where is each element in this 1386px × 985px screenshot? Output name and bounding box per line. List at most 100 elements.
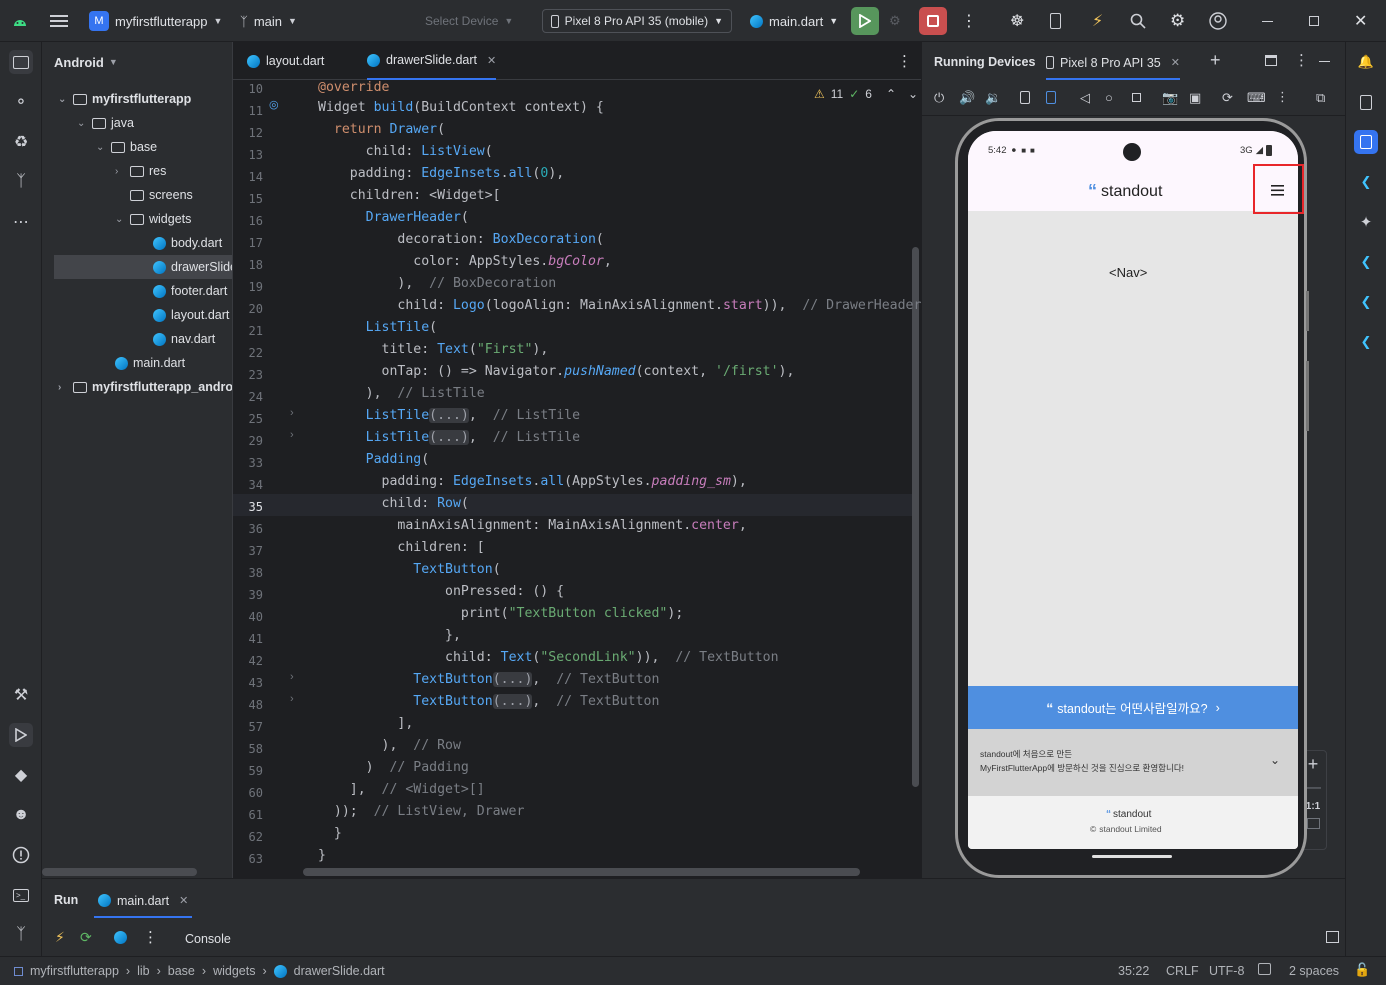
terminal-icon[interactable]: >_ (9, 883, 33, 907)
home-icon[interactable]: ○ (1105, 90, 1113, 105)
tree-item-widgets[interactable]: ⌄ widgets (115, 207, 191, 231)
branch-selector[interactable]: ᛉ main ▼ (240, 9, 297, 33)
lock-icon[interactable]: 🔓 (1354, 962, 1370, 978)
tree-item-body-dart[interactable]: body.dart (153, 231, 222, 255)
tab-layout-dart[interactable]: layout.dart (247, 42, 324, 80)
run-button[interactable] (851, 7, 879, 35)
console-tab[interactable]: Console (185, 932, 231, 946)
more-vertical-icon[interactable]: ⋮ (961, 9, 977, 33)
volume-rocker[interactable] (1306, 361, 1309, 431)
fold-icon[interactable]: › (290, 671, 294, 683)
project-view-icon[interactable] (9, 50, 33, 74)
power-icon[interactable]: ⏻ (934, 90, 944, 106)
device-sync-icon[interactable] (1050, 9, 1061, 33)
more-vertical-icon[interactable]: ⋮ (897, 42, 912, 80)
tree-item-main-dart[interactable]: main.dart (115, 351, 185, 375)
tree-item-drawerslide[interactable]: drawerSlide (153, 255, 237, 279)
more-tools-icon[interactable]: ⋯ (9, 210, 33, 234)
flutter-inspector-icon[interactable]: ❮ (1354, 250, 1378, 274)
flutter-outline-icon[interactable]: ❮ (1354, 170, 1378, 194)
snapshot-icon[interactable]: ⟳ (1222, 90, 1233, 106)
close-tab-icon[interactable]: ✕ (487, 54, 496, 67)
minimize-window-button[interactable] (1262, 9, 1273, 33)
flutter-devtools-icon[interactable]: ❮ (1354, 330, 1378, 354)
select-device-dropdown[interactable]: Select Device ▼ (425, 9, 513, 33)
breadcrumb-item[interactable]: myfirstflutterapp (30, 964, 119, 978)
hot-reload-icon[interactable]: ⚡ (55, 929, 65, 946)
run-tool-icon[interactable] (9, 723, 33, 747)
layout-toggle-icon[interactable] (1326, 931, 1339, 943)
breadcrumb-item[interactable]: base (168, 964, 195, 978)
cursor-position[interactable]: 35:22 (1118, 964, 1149, 978)
fold-icon[interactable]: › (290, 693, 294, 705)
build-icon[interactable]: ⚒ (9, 683, 33, 707)
about-banner-button[interactable]: “ standout는 어떤사람일까요? › (968, 686, 1298, 729)
close-tab-icon[interactable]: ✕ (1171, 56, 1180, 69)
chevron-up-icon[interactable]: ⌃ (886, 87, 896, 101)
indent-setting[interactable]: 2 spaces (1289, 964, 1339, 978)
screenshot-icon[interactable]: 📷 (1162, 90, 1178, 106)
commit-icon[interactable]: ⚬ (9, 90, 33, 114)
rotate-left-icon[interactable] (1020, 91, 1030, 104)
notifications-icon[interactable]: 🔔 (1354, 50, 1378, 74)
run-config-selector[interactable]: main.dart ▼ (750, 9, 838, 33)
phone-screen[interactable]: 5:42 ⚫ ■ ■ 3G ◢ “ standout <Nav> “ stand… (968, 131, 1298, 849)
account-icon[interactable] (1209, 9, 1227, 33)
override-marker-icon[interactable]: ◎ (269, 98, 279, 111)
volume-up-icon[interactable]: 🔊 (959, 90, 975, 106)
breadcrumb-item[interactable]: drawerSlide.dart (294, 964, 385, 978)
bug-icon[interactable]: ☸ (1010, 9, 1024, 33)
tree-item-screens[interactable]: screens (130, 183, 193, 207)
vertical-scrollbar[interactable] (912, 247, 919, 787)
tab-drawerslide-dart[interactable]: drawerSlide.dart ✕ (367, 42, 497, 80)
hot-restart-icon[interactable]: ⟳ (80, 929, 92, 946)
tree-item-layout-dart[interactable]: layout.dart (153, 303, 229, 327)
logcat-icon[interactable]: ☻ (9, 803, 33, 827)
pull-requests-icon[interactable]: ᛉ (9, 170, 33, 194)
file-encoding[interactable]: UTF-8 (1209, 964, 1244, 978)
tree-item-res[interactable]: › res (115, 159, 166, 183)
structure-icon[interactable]: ♻ (9, 130, 33, 154)
comment-icon[interactable] (1258, 963, 1271, 975)
fold-icon[interactable]: › (290, 429, 294, 441)
rotate-right-icon[interactable] (1046, 91, 1056, 104)
problems-icon[interactable] (9, 843, 33, 867)
inspection-widget[interactable]: ⚠ 11 ✓ 6 ⌃ ⌄ (814, 87, 918, 101)
tree-item-android-module[interactable]: › myfirstflutterapp_andro (58, 375, 233, 399)
gemini-icon[interactable]: ✦ (1354, 210, 1378, 234)
debug-icon[interactable]: ⚙ (889, 9, 901, 33)
running-devices-icon[interactable] (1354, 130, 1378, 154)
gem-icon[interactable]: ◆ (9, 763, 33, 787)
main-menu-button[interactable] (50, 9, 68, 33)
more-vertical-icon[interactable]: ⋮ (1294, 51, 1309, 69)
breadcrumb-item[interactable]: lib (137, 964, 150, 978)
maximize-window-button[interactable] (1309, 9, 1319, 33)
horizontal-scrollbar[interactable] (42, 868, 197, 876)
volume-down-icon[interactable]: 🔉 (985, 90, 1001, 106)
tree-item-nav-dart[interactable]: nav.dart (153, 327, 215, 351)
close-window-button[interactable]: ✕ (1354, 9, 1367, 33)
version-control-icon[interactable]: ᛉ (9, 923, 33, 947)
tab-pixel-device[interactable]: Pixel 8 Pro API 35 ✕ (1046, 47, 1180, 80)
stop-button[interactable] (919, 7, 947, 35)
back-icon[interactable]: ◁ (1080, 90, 1090, 106)
breadcrumb-item[interactable]: widgets (213, 964, 255, 978)
device-selector[interactable]: Pixel 8 Pro API 35 (mobile) ▼ (542, 9, 732, 33)
devtools-icon[interactable] (114, 931, 127, 947)
window-options-icon[interactable] (1265, 55, 1277, 66)
add-device-button[interactable]: + (1210, 50, 1221, 71)
welcome-accordion[interactable]: standout에 처음으로 만든 MyFirstFlutterApp에 방문하… (968, 729, 1298, 796)
zoom-fit-button[interactable] (1306, 818, 1320, 829)
overview-icon[interactable] (1132, 93, 1141, 102)
flutter-performance-icon[interactable]: ❮ (1354, 290, 1378, 314)
more-vertical-icon[interactable]: ⋮ (1276, 89, 1289, 105)
more-vertical-icon[interactable]: ⋮ (143, 928, 158, 946)
tree-item-myfirstflutterapp[interactable]: ⌄ myfirstflutterapp (58, 87, 191, 111)
device-mirror-icon[interactable]: ⧉ (1316, 90, 1325, 106)
device-manager-icon[interactable] (1354, 90, 1378, 114)
settings-icon[interactable]: ⚙ (1170, 9, 1185, 33)
editor-horizontal-scrollbar[interactable] (303, 868, 860, 876)
hot-reload-icon[interactable]: ⚡ (1092, 9, 1103, 33)
fold-icon[interactable]: › (290, 407, 294, 419)
tree-item-java[interactable]: ⌄ java (77, 111, 134, 135)
